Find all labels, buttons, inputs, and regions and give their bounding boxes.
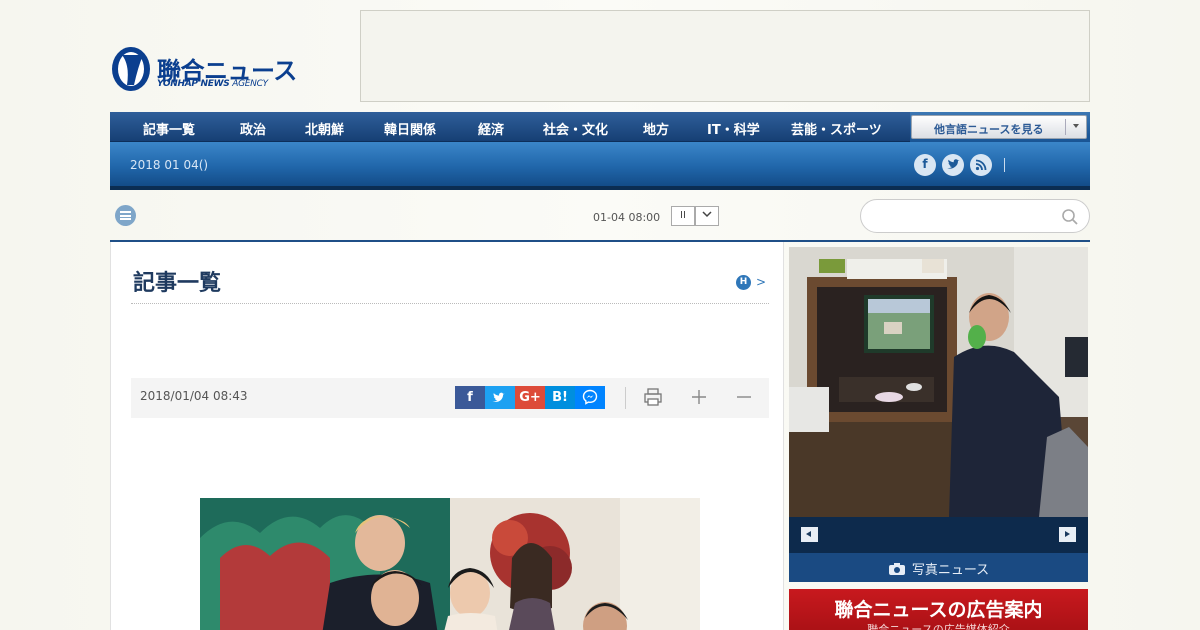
article-photo <box>200 498 700 630</box>
share-googleplus-button[interactable]: G+ <box>515 386 545 409</box>
nav-item-politics[interactable]: 政治 <box>240 119 266 138</box>
ticker-next-button[interactable] <box>695 206 719 226</box>
ad-info-banner[interactable]: 聯合ニュースの広告案内 聯合ニュースの広告媒体紹介 <box>789 589 1088 630</box>
nav-item-korea-japan[interactable]: 韓日関係 <box>384 119 436 138</box>
camera-icon <box>888 563 905 575</box>
search-icon[interactable] <box>1061 208 1079 226</box>
ticker-pause-button[interactable]: II <box>671 206 695 226</box>
list-icon[interactable] <box>115 205 136 226</box>
yonhap-logo[interactable]: 聯合ニュース YONHAP NEWS AGENCY <box>110 45 310 95</box>
photo-slider-bar <box>789 517 1088 553</box>
chevron-left-icon <box>806 531 811 537</box>
zoom-out-icon[interactable] <box>732 385 756 409</box>
language-select-label: 他言語ニュースを見る <box>934 123 1044 136</box>
twitter-icon[interactable] <box>942 154 964 176</box>
title-divider <box>131 303 769 304</box>
photo-news-label: 写真ニュース <box>911 563 990 578</box>
share-hatena-button[interactable]: B! <box>545 386 575 409</box>
ticker-time: 01-04 08:00 <box>593 211 661 224</box>
yonhap-logo-icon <box>112 47 150 91</box>
nav-item-society-culture[interactable]: 社会・文化 <box>543 119 608 138</box>
messenger-icon <box>582 389 598 405</box>
page-title: 記事一覧 <box>133 271 222 296</box>
chevron-down-icon <box>702 211 712 218</box>
search-input[interactable] <box>875 207 1055 227</box>
h-badge-arrow[interactable]: > <box>756 275 766 289</box>
language-select-divider <box>1065 119 1066 135</box>
sidebar-news-photo[interactable] <box>789 247 1088 517</box>
main-content: 記事一覧 H > 2018/01/04 08:43 f G+ B! <box>110 242 784 630</box>
share-twitter-button[interactable] <box>485 386 515 409</box>
slider-prev-button[interactable] <box>801 527 818 542</box>
article-info-bar: 2018/01/04 08:43 f G+ B! <box>131 378 769 418</box>
nav-item-it-science[interactable]: IT・科学 <box>707 119 760 138</box>
main-navigation: 記事一覧 政治 北朝鮮 韓日関係 経済 社会・文化 地方 IT・科学 芸能・スポ… <box>110 112 1090 190</box>
logo-subtitle: YONHAP NEWS AGENCY <box>157 79 268 89</box>
nav-item-entertainment-sports[interactable]: 芸能・スポーツ <box>791 119 882 138</box>
nav-item-north-korea[interactable]: 北朝鮮 <box>305 119 344 138</box>
print-icon[interactable] <box>641 385 665 409</box>
chevron-right-icon <box>1065 531 1070 537</box>
nav-divider <box>1004 158 1005 172</box>
zoom-in-icon[interactable] <box>687 385 711 409</box>
facebook-icon[interactable]: f <box>914 154 936 176</box>
nav-item-article-list[interactable]: 記事一覧 <box>143 119 195 138</box>
nav-sub-bar: 2018 01 04() f <box>110 142 1090 190</box>
slider-next-button[interactable] <box>1059 527 1076 542</box>
twitter-icon <box>492 392 505 402</box>
article-timestamp: 2018/01/04 08:43 <box>140 389 248 403</box>
share-facebook-button[interactable]: f <box>455 386 485 409</box>
current-date: 2018 01 04() <box>130 158 209 172</box>
search-box <box>860 199 1090 233</box>
photo-news-link[interactable]: 写真ニュース <box>789 553 1088 582</box>
rss-icon[interactable] <box>970 154 992 176</box>
ad-info-subtitle: 聯合ニュースの広告媒体紹介 <box>867 623 1010 630</box>
top-ad-banner[interactable] <box>360 10 1090 102</box>
nav-menu: 記事一覧 政治 北朝鮮 韓日関係 経済 社会・文化 地方 IT・科学 芸能・スポ… <box>110 112 910 142</box>
nav-item-regional[interactable]: 地方 <box>643 119 669 138</box>
toolbar-divider <box>625 387 626 409</box>
chevron-down-icon <box>1073 124 1079 128</box>
language-select[interactable]: 他言語ニュースを見る <box>911 115 1087 139</box>
ad-info-title: 聯合ニュースの広告案内 <box>834 599 1043 621</box>
share-messenger-button[interactable] <box>575 386 605 409</box>
nav-item-economy[interactable]: 経済 <box>478 119 504 138</box>
h-badge-icon[interactable]: H <box>736 275 751 290</box>
